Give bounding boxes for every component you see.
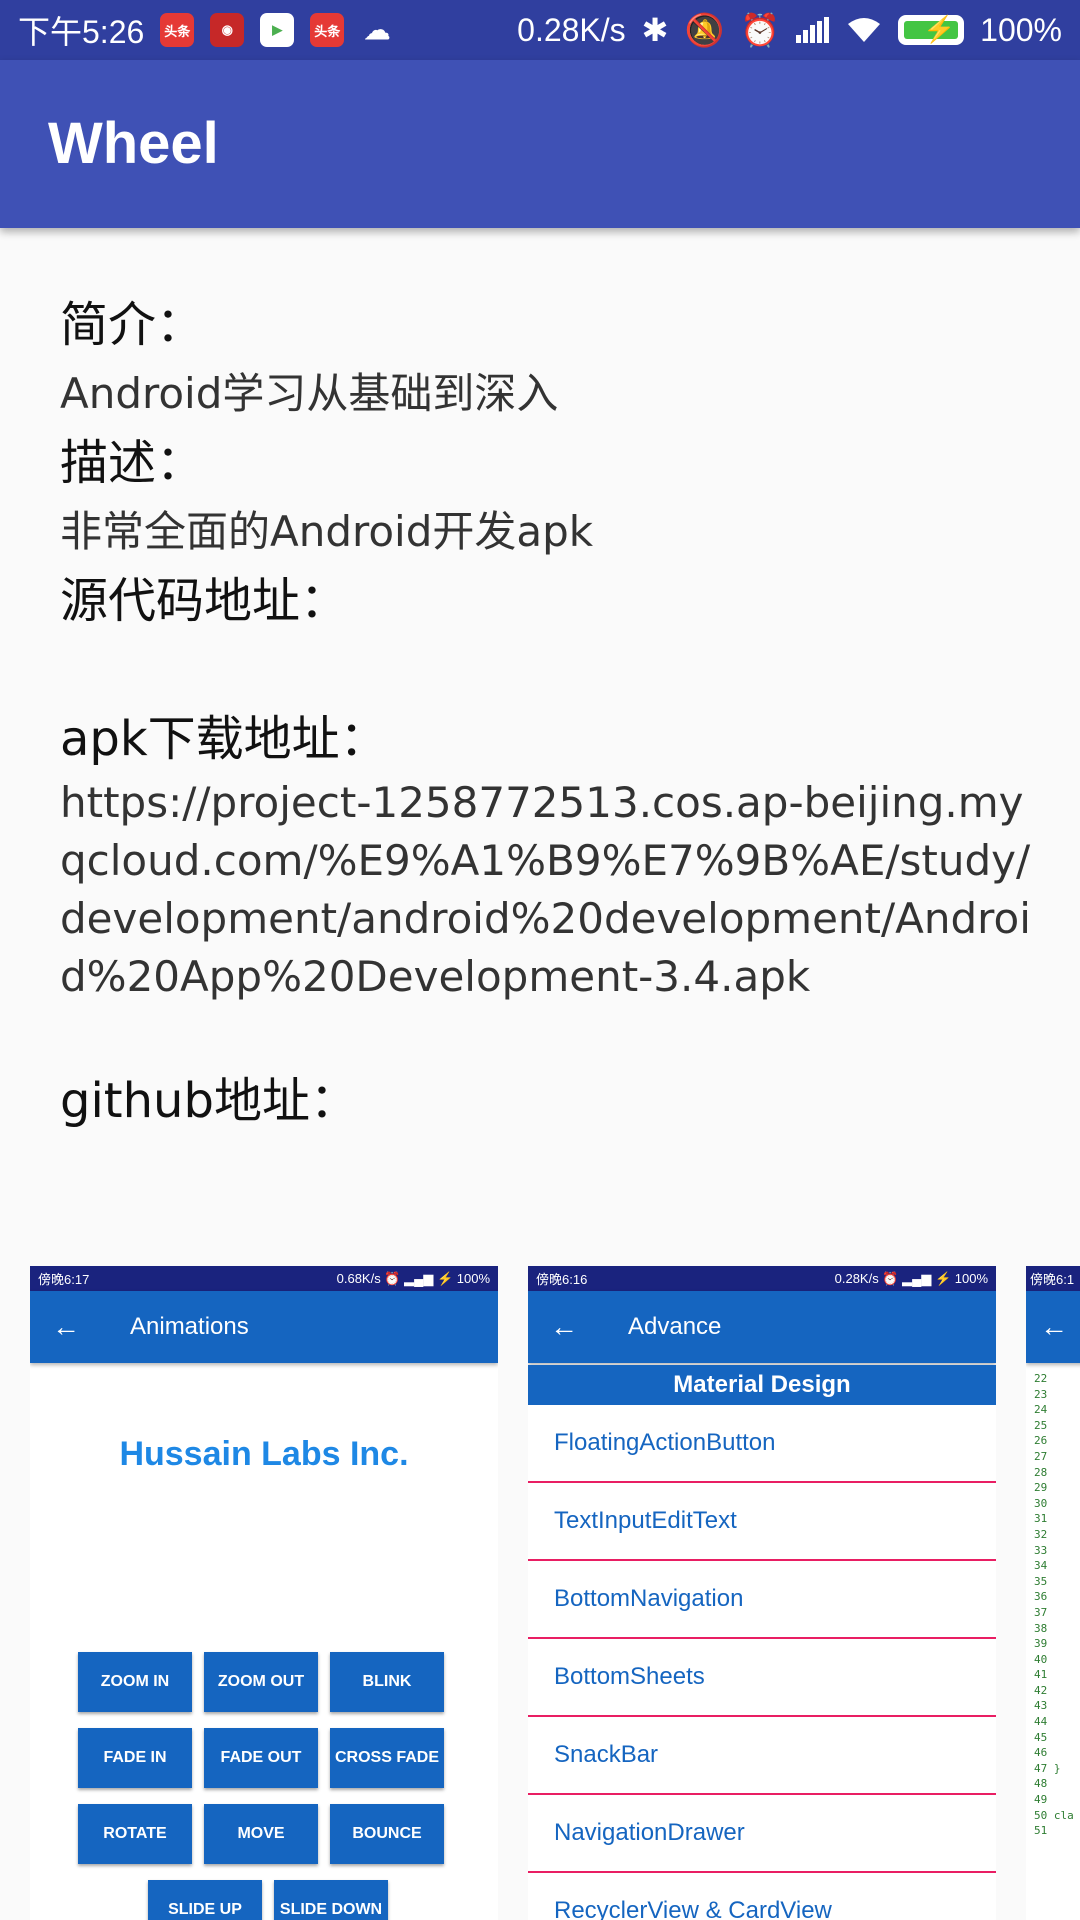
slide-up-button: SLIDE UP [148,1880,262,1920]
mini-status-time: 傍晚6:1 [1030,1272,1075,1287]
back-arrow-icon: ← [550,1311,578,1342]
alarm-icon: ⏰ [740,12,781,48]
list-item: BottomSheets [528,1639,996,1717]
status-left: 下午5:26 头条 ◉ ▶ 头条 ☁ [18,7,394,53]
zoom-in-button: ZOOM IN [78,1652,192,1712]
fade-out-button: FADE OUT [204,1728,318,1788]
list-item: FloatingActionButton [528,1405,996,1483]
bluetooth-icon: ✱ [641,12,669,48]
mini-app-title: Animations [130,1313,249,1340]
bounce-button: BOUNCE [330,1804,444,1864]
github-label: github地址： [60,1073,358,1129]
animation-buttons: ZOOM IN ZOOM OUT BLINK FADE IN FADE OUT … [78,1652,458,1920]
code-line-numbers: 22 23 24 25 26 27 28 29 30 31 32 33 34 3… [1034,1372,1074,1838]
screenshot-code[interactable]: 傍晚6:1 ← 22 23 24 25 26 27 28 29 30 31 32… [1026,1266,1080,1920]
toutiao-icon: 头条 [310,13,345,47]
status-time: 下午5:26 [18,14,145,50]
brand-title: Hussain Labs Inc. [119,1435,409,1473]
toutiao-badge: 头条 [314,23,341,39]
cross-fade-button: CROSS FADE [330,1728,444,1788]
list-item: SnackBar [528,1717,996,1795]
fade-in-button: FADE IN [78,1728,192,1788]
content-area: 简介： Android学习从基础到深入 描述： 非常全面的Android开发ap… [60,290,1040,1136]
mini-status-time: 傍晚6:16 [536,1272,588,1287]
list-item: TextInputEditText [528,1483,996,1561]
screenshot-advance[interactable]: 傍晚6:16 0.28K/s ⏰ ▂▄▆ ⚡ 100% ← Advance Ma… [528,1266,996,1920]
play-icon: ▶ [260,13,295,47]
intro-text: Android学习从基础到深入 [60,369,559,418]
toutiao-badge: 头条 [164,23,191,39]
apk-url-link[interactable]: https://project-1258772513.cos.ap-beijin… [60,774,1040,1006]
signal-icon [796,17,830,43]
mini-app-bar: ← [1026,1291,1080,1363]
mini-status-time: 傍晚6:17 [38,1272,90,1287]
back-arrow-icon: ← [52,1311,80,1342]
list-item: RecyclerView & CardView [528,1873,996,1920]
weibo-icon: ◉ [210,13,245,47]
toutiao-icon: 头条 [160,13,195,47]
mini-status-bar: 傍晚6:16 0.28K/s ⏰ ▂▄▆ ⚡ 100% [528,1266,996,1291]
source-label: 源代码地址： [60,573,349,629]
app-bar: Wheel [0,60,1080,228]
desc-label: 描述： [60,435,205,491]
status-right: 0.28K/s ✱ 🔕 ⏰ ⚡ 100% [517,11,1062,49]
desc-text: 非常全面的Android开发apk [60,507,594,556]
list-item: NavigationDrawer [528,1795,996,1873]
mini-status-bar: 傍晚6:17 0.68K/s ⏰ ▂▄▆ ⚡ 100% [30,1266,498,1291]
battery-icon: ⚡ [898,14,965,45]
mini-app-bar: ← Animations [30,1291,498,1363]
wifi-icon [848,18,881,42]
network-speed: 0.28K/s [517,11,626,48]
back-arrow-icon: ← [1040,1311,1068,1342]
list-item: BottomNavigation [528,1561,996,1639]
slide-down-button: SLIDE DOWN [274,1880,388,1920]
cat-icon: ☁ [364,14,391,45]
mini-status-right: 0.28K/s ⏰ ▂▄▆ ⚡ 100% [834,1270,988,1286]
battery-percent: 100% [980,11,1062,48]
screenshot-animations[interactable]: 傍晚6:17 0.68K/s ⏰ ▂▄▆ ⚡ 100% ← Animations… [30,1266,498,1920]
zoom-out-button: ZOOM OUT [204,1652,318,1712]
app-title: Wheel [48,111,219,176]
mute-icon: 🔕 [684,12,725,48]
mini-app-title: Advance [628,1313,722,1340]
apk-label: apk下载地址： [60,711,388,767]
blink-button: BLINK [330,1652,444,1712]
intro-label: 简介： [60,297,205,353]
section-header: Material Design [528,1365,996,1405]
mini-app-bar: ← Advance [528,1291,996,1363]
mini-status-right: 0.68K/s ⏰ ▂▄▆ ⚡ 100% [336,1270,490,1286]
rotate-button: ROTATE [78,1804,192,1864]
status-bar: 下午5:26 头条 ◉ ▶ 头条 ☁ 0.28K/s ✱ 🔕 ⏰ ⚡ 100% [0,0,1080,60]
mini-status-bar: 傍晚6:1 [1026,1266,1080,1291]
move-button: MOVE [204,1804,318,1864]
